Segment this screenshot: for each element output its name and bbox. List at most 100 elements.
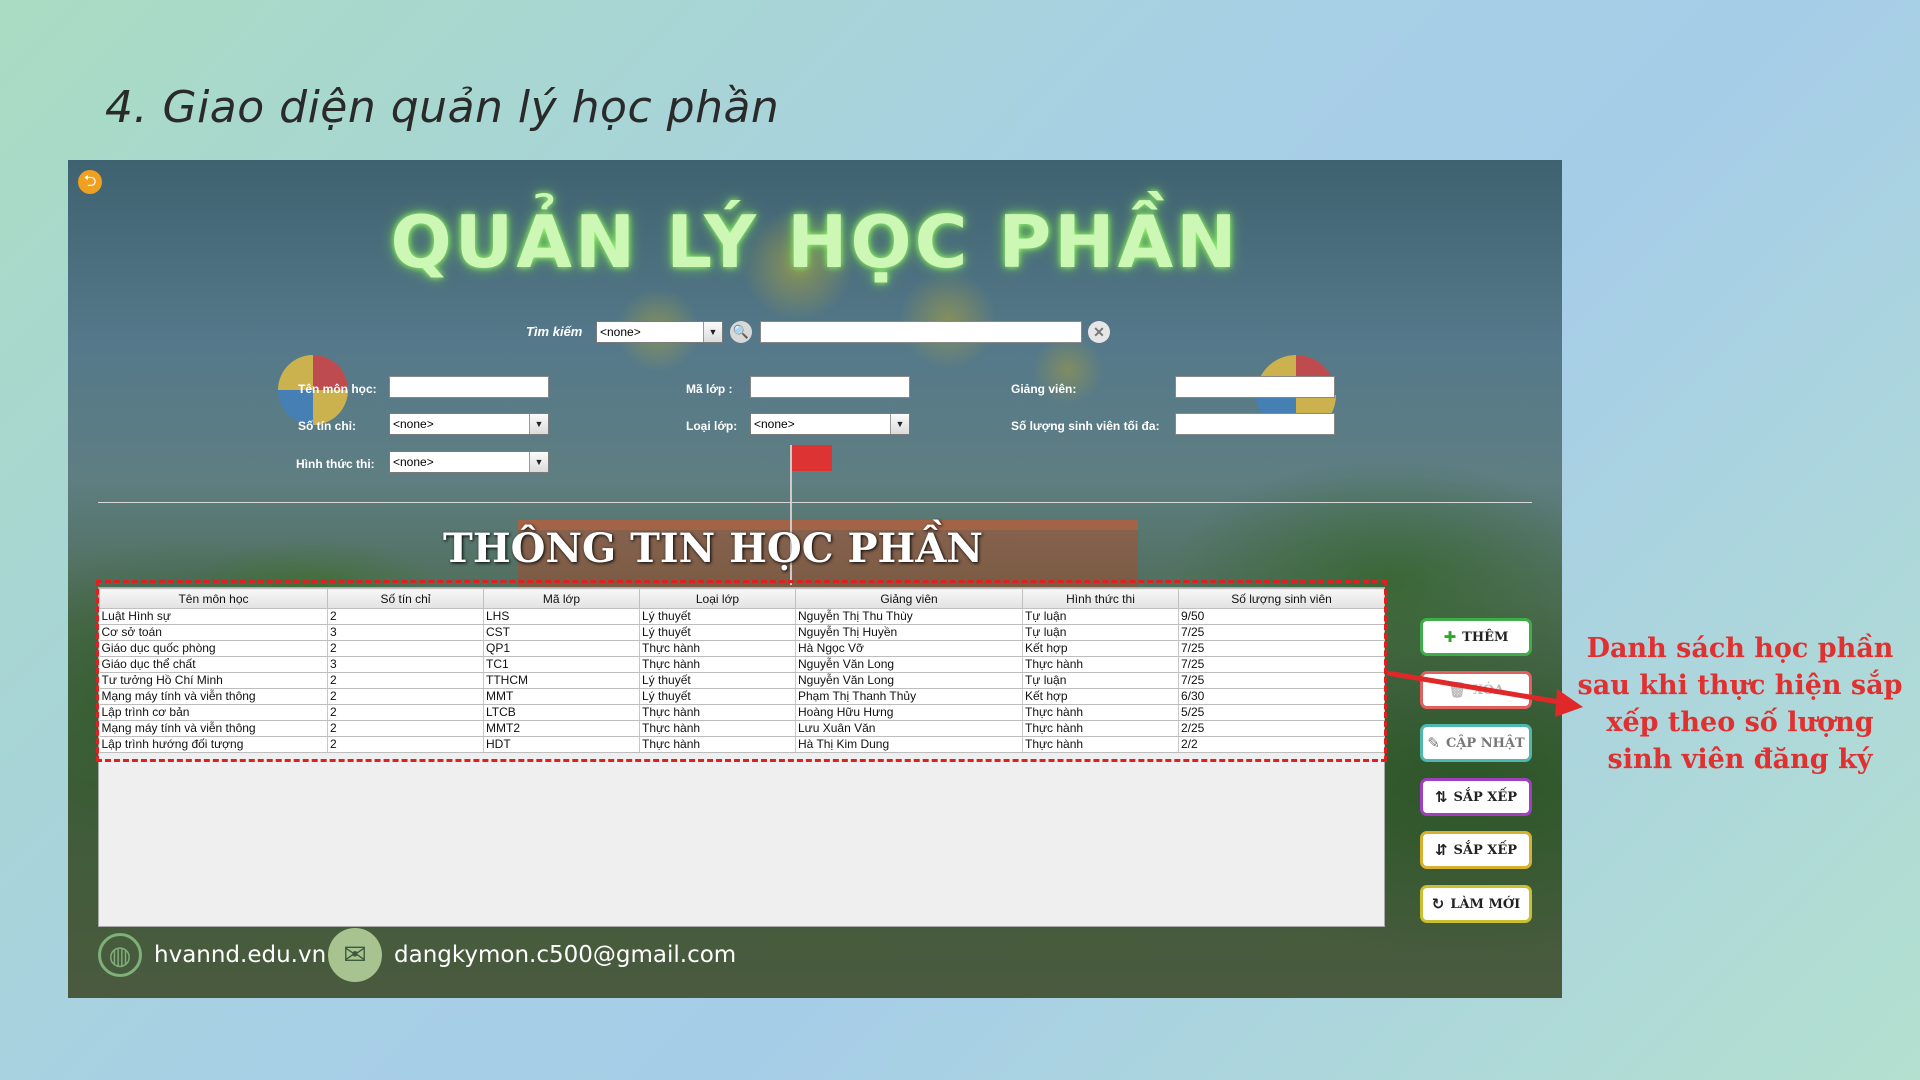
exam-type-value: <none> bbox=[393, 455, 434, 469]
column-header[interactable]: Mã lớp bbox=[483, 588, 640, 609]
table-cell: 7/25 bbox=[1178, 656, 1385, 673]
sort-descending-button[interactable]: ⇵ SẮP XẾP bbox=[1420, 831, 1532, 869]
class-code-input[interactable] bbox=[750, 376, 910, 398]
chevron-down-icon[interactable]: ▼ bbox=[529, 414, 548, 434]
table-row[interactable]: Giáo dục thể chất 3 TC1 Thực hành Nguyễn… bbox=[99, 656, 1385, 673]
table-cell: Lý thuyết bbox=[639, 624, 796, 641]
plus-icon: ✚ bbox=[1443, 628, 1457, 646]
edit-icon: ✎ bbox=[1427, 734, 1440, 752]
column-header[interactable]: Số lượng sinh viên bbox=[1178, 588, 1385, 609]
table-cell: 7/25 bbox=[1178, 624, 1385, 641]
sort-ascending-icon: ⇅ bbox=[1434, 788, 1448, 806]
table-cell: Hoàng Hữu Hưng bbox=[795, 704, 1023, 721]
table-cell: Mạng máy tính và viễn thông bbox=[99, 688, 328, 705]
annotation-text: Danh sách học phần sau khi thực hiện sắp… bbox=[1577, 633, 1903, 775]
table-cell: QP1 bbox=[483, 640, 640, 657]
exam-type-label: Hình thức thi: bbox=[296, 457, 375, 471]
table-row[interactable]: Cơ sở toán 3 CST Lý thuyết Nguyễn Thị Hu… bbox=[99, 624, 1385, 641]
class-type-select[interactable]: <none> ▼ bbox=[750, 413, 910, 435]
table-cell: 2/2 bbox=[1178, 736, 1385, 753]
course-table[interactable]: Tên môn học Số tín chỉ Mã lớp Loại lớp G… bbox=[98, 587, 1385, 927]
credits-value: <none> bbox=[393, 417, 434, 431]
table-row[interactable]: Lập trình hướng đối tượng 2 HDT Thực hàn… bbox=[99, 736, 1385, 753]
chevron-down-icon[interactable]: ▼ bbox=[890, 414, 909, 434]
table-cell: Tư tưởng Hồ Chí Minh bbox=[99, 672, 328, 689]
table-cell: Thực hành bbox=[639, 640, 796, 657]
column-header[interactable]: Hình thức thi bbox=[1022, 588, 1179, 609]
column-header[interactable]: Giảng viên bbox=[795, 588, 1023, 609]
credits-select[interactable]: <none> ▼ bbox=[389, 413, 549, 435]
table-cell: Lưu Xuân Văn bbox=[795, 720, 1023, 737]
search-field-select[interactable]: <none> ▼ bbox=[596, 321, 723, 343]
sort-ascending-button[interactable]: ⇅ SẮP XẾP bbox=[1420, 778, 1532, 816]
table-cell: Giáo dục thể chất bbox=[99, 656, 328, 673]
column-header[interactable]: Tên môn học bbox=[99, 588, 328, 609]
column-header[interactable]: Số tín chỉ bbox=[327, 588, 484, 609]
table-cell: Kết hợp bbox=[1022, 640, 1179, 657]
update-button-label: CẬP NHẬT bbox=[1445, 735, 1525, 751]
table-cell: Luật Hình sự bbox=[99, 608, 328, 625]
table-cell: Mạng máy tính và viễn thông bbox=[99, 720, 328, 737]
table-cell: HDT bbox=[483, 736, 640, 753]
table-cell: TTHCM bbox=[483, 672, 640, 689]
table-row[interactable]: Luật Hình sự 2 LHS Lý thuyết Nguyễn Thị … bbox=[99, 608, 1385, 625]
table-cell: Thực hành bbox=[639, 736, 796, 753]
table-cell: Hà Thị Kim Dung bbox=[795, 736, 1023, 753]
table-row[interactable]: Giáo dục quốc phòng 2 QP1 Thực hành Hà N… bbox=[99, 640, 1385, 657]
table-cell: 2 bbox=[327, 608, 484, 625]
table-cell: Nguyễn Văn Long bbox=[795, 672, 1023, 689]
max-students-label: Số lượng sinh viên tối đa: bbox=[1011, 419, 1160, 433]
exam-type-select[interactable]: <none> ▼ bbox=[389, 451, 549, 473]
update-button[interactable]: ✎ CẬP NHẬT bbox=[1420, 724, 1532, 762]
table-cell: 3 bbox=[327, 624, 484, 641]
course-name-label: Tên môn học: bbox=[298, 382, 377, 396]
table-cell: Lý thuyết bbox=[639, 608, 796, 625]
table-cell: 7/25 bbox=[1178, 640, 1385, 657]
table-cell: MMT2 bbox=[483, 720, 640, 737]
add-button[interactable]: ✚ THÊM bbox=[1420, 618, 1532, 656]
chevron-down-icon[interactable]: ▼ bbox=[703, 322, 722, 342]
table-row[interactable]: Lập trình cơ bản 2 LTCB Thực hành Hoàng … bbox=[99, 704, 1385, 721]
table-cell: Lập trình cơ bản bbox=[99, 704, 328, 721]
class-type-value: <none> bbox=[754, 417, 795, 431]
table-cell: 7/25 bbox=[1178, 672, 1385, 689]
app-title: QUẢN LÝ HỌC PHẦN bbox=[390, 200, 1240, 284]
lecturer-input[interactable] bbox=[1175, 376, 1335, 398]
table-row[interactable]: Mạng máy tính và viễn thông 2 MMT2 Thực … bbox=[99, 720, 1385, 737]
course-name-input[interactable] bbox=[389, 376, 549, 398]
table-cell: Thực hành bbox=[639, 704, 796, 721]
table-cell: Kết hợp bbox=[1022, 688, 1179, 705]
search-icon[interactable]: 🔍 bbox=[730, 321, 752, 343]
table-cell: Thực hành bbox=[1022, 656, 1179, 673]
table-cell: 2 bbox=[327, 688, 484, 705]
table-cell: Lý thuyết bbox=[639, 688, 796, 705]
table-cell: 2/25 bbox=[1178, 720, 1385, 737]
close-icon[interactable]: ✕ bbox=[1088, 321, 1110, 343]
footer-website: ◍ hvannd.edu.vn bbox=[98, 933, 326, 977]
chevron-down-icon[interactable]: ▼ bbox=[529, 452, 548, 472]
slide-title: 4. Giao diện quản lý học phần bbox=[105, 82, 780, 133]
column-header[interactable]: Loại lớp bbox=[639, 588, 796, 609]
max-students-input[interactable] bbox=[1175, 413, 1335, 435]
table-cell: 2 bbox=[327, 640, 484, 657]
sort-ascending-label: SẮP XẾP bbox=[1453, 789, 1518, 805]
search-input[interactable] bbox=[760, 321, 1082, 343]
section-title: THÔNG TIN HỌC PHẦN bbox=[443, 525, 983, 572]
table-cell: LTCB bbox=[483, 704, 640, 721]
search-label: Tìm kiếm bbox=[526, 324, 583, 339]
table-row[interactable]: Mạng máy tính và viễn thông 2 MMT Lý thu… bbox=[99, 688, 1385, 705]
annotation-arrow bbox=[1386, 670, 1583, 717]
table-cell: Cơ sở toán bbox=[99, 624, 328, 641]
back-arrow-icon[interactable]: ⮌ bbox=[78, 170, 102, 194]
email-text: dangkymon.c500@gmail.com bbox=[394, 942, 737, 968]
table-row[interactable]: Tư tưởng Hồ Chí Minh 2 TTHCM Lý thuyết N… bbox=[99, 672, 1385, 689]
table-cell: Tự luận bbox=[1022, 672, 1179, 689]
mail-icon: ✉ bbox=[328, 928, 382, 982]
table-cell: 2 bbox=[327, 720, 484, 737]
globe-icon: ◍ bbox=[98, 933, 142, 977]
table-cell: Lập trình hướng đối tượng bbox=[99, 736, 328, 753]
table-cell: Phạm Thị Thanh Thủy bbox=[795, 688, 1023, 705]
app-window: ⮌ QUẢN LÝ HỌC PHẦN Tìm kiếm <none> ▼ 🔍 ✕… bbox=[68, 160, 1562, 998]
add-button-label: THÊM bbox=[1462, 629, 1509, 645]
refresh-button[interactable]: ↻ LÀM MỚI bbox=[1420, 885, 1532, 923]
